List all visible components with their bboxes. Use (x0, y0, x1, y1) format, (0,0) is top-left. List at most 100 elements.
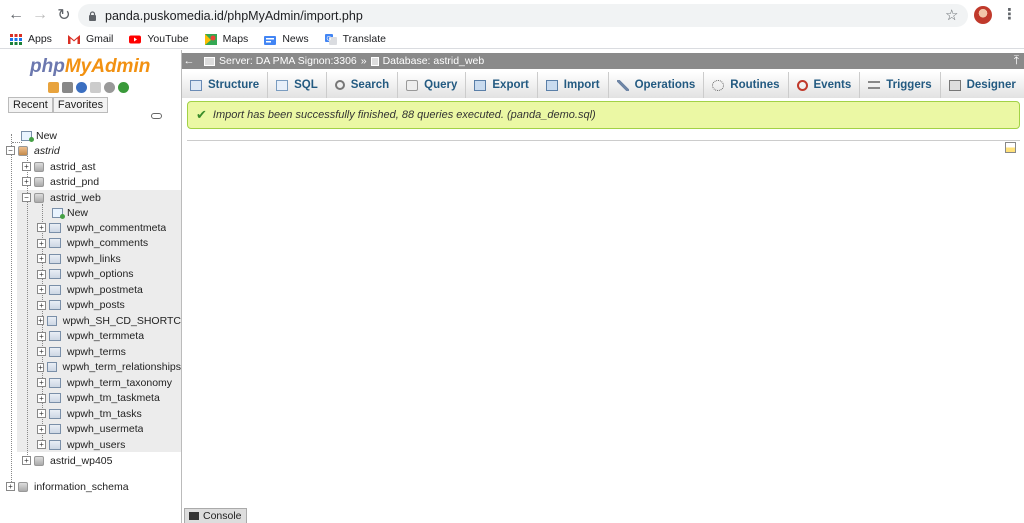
profile-avatar[interactable] (974, 6, 992, 24)
expand-icon[interactable]: + (22, 177, 31, 186)
tree-item-table[interactable]: + wpwh_options (37, 267, 134, 282)
tab-sql[interactable]: SQL (268, 72, 327, 98)
expand-icon[interactable]: + (37, 409, 46, 418)
forward-icon[interactable]: → (28, 3, 52, 27)
tree-item-astrid-web[interactable]: − astrid_web (22, 190, 101, 205)
tree-item-astrid-web-new[interactable]: New (52, 205, 88, 220)
tab-events[interactable]: Events (788, 72, 861, 98)
success-message-text: Import has been successfully finished, 8… (212, 109, 596, 121)
expand-icon[interactable]: + (22, 162, 31, 171)
console-toggle[interactable]: Console (184, 508, 247, 523)
table-icon (49, 300, 61, 310)
tree-item-table[interactable]: + wpwh_commentmeta (37, 220, 166, 235)
tab-search[interactable]: Search (326, 72, 399, 98)
browser-toolbar: ← → ↻ panda.puskomedia.id/phpMyAdmin/imp… (0, 0, 1024, 30)
tab-export[interactable]: Export (466, 72, 538, 98)
tree-item-table[interactable]: + wpwh_SH_CD_SHORTC (37, 313, 181, 328)
tree-item-table[interactable]: + wpwh_tm_taskmeta (37, 391, 160, 406)
browser-menu-icon[interactable]: ⋮ (1002, 5, 1017, 23)
bookmark-youtube[interactable]: YouTube (129, 33, 189, 45)
tree-item-table[interactable]: + wpwh_usermeta (37, 422, 143, 437)
reload-icon[interactable]: ↻ (52, 3, 76, 27)
export-icon (474, 79, 487, 91)
database-icon (34, 161, 44, 172)
tree-item-label: wpwh_term_taxonomy (67, 376, 173, 389)
breadcrumb-database[interactable]: Database: astrid_web (370, 55, 484, 67)
tree-item-astrid-ast[interactable]: + astrid_ast (22, 159, 96, 174)
tree-item-table[interactable]: + wpwh_comments (37, 236, 148, 251)
tree-item-table[interactable]: + wpwh_termmeta (37, 329, 144, 344)
tab-import[interactable]: Import (537, 72, 609, 98)
tab-query[interactable]: Query (398, 72, 467, 98)
home-icon[interactable] (48, 82, 59, 93)
docs-icon[interactable] (90, 82, 101, 93)
database-tabs: Structure SQL Search Query Export Import… (182, 72, 1024, 98)
tree-item-label: wpwh_postmeta (67, 283, 143, 296)
tab-designer[interactable]: Designer (940, 72, 1024, 98)
tree-item-table[interactable]: + wpwh_term_relationships (37, 360, 181, 375)
tree-item-table[interactable]: + wpwh_posts (37, 298, 125, 313)
collapse-icon[interactable]: − (6, 146, 15, 155)
expand-icon[interactable]: + (37, 223, 46, 232)
collapse-top-icon[interactable]: ⤒ (1014, 53, 1019, 68)
breadcrumb-server[interactable]: Server: DA PMA Signon:3306 (204, 55, 357, 67)
expand-icon[interactable]: + (37, 300, 46, 310)
collapse-nav-icon[interactable]: ← (182, 55, 196, 67)
expand-icon[interactable]: + (37, 378, 46, 387)
expand-icon[interactable]: + (37, 393, 46, 403)
expand-icon[interactable]: + (37, 347, 46, 356)
tree-item-label: astrid_web (50, 191, 101, 204)
favorites-tab[interactable]: Favorites (52, 97, 109, 113)
tree-item-information-schema[interactable]: + information_schema (6, 479, 129, 494)
tab-label: Routines (730, 79, 780, 91)
expand-icon[interactable]: + (6, 482, 15, 491)
tree-item-astrid-pnd[interactable]: + astrid_pnd (22, 174, 99, 189)
tab-routines[interactable]: Routines (704, 72, 789, 98)
gear-icon[interactable] (104, 82, 115, 93)
exit-icon[interactable] (62, 82, 73, 93)
tab-operations[interactable]: Operations (608, 72, 705, 98)
address-bar[interactable]: panda.puskomedia.id/phpMyAdmin/import.ph… (78, 4, 968, 27)
tree-item-label: wpwh_usermeta (67, 423, 144, 435)
tab-triggers[interactable]: Triggers (860, 72, 941, 98)
bookmark-translate[interactable]: G Translate (324, 33, 386, 45)
tree-item-table[interactable]: + wpwh_terms (37, 344, 126, 359)
back-icon[interactable]: ← (4, 3, 28, 27)
bookmark-news[interactable]: News (264, 33, 309, 45)
link-with-main-icon[interactable] (151, 113, 162, 119)
expand-icon[interactable]: + (37, 238, 46, 248)
reload-nav-icon[interactable] (118, 82, 129, 93)
expand-icon[interactable]: + (22, 456, 31, 465)
database-icon (370, 56, 379, 66)
phpmyadmin-logo[interactable]: phpMyAdmin (30, 56, 150, 78)
bookmark-star-icon[interactable]: ☆ (945, 6, 958, 24)
expand-icon[interactable]: + (37, 331, 46, 341)
expand-icon[interactable]: + (37, 285, 46, 294)
expand-icon[interactable]: + (37, 316, 45, 325)
expand-icon[interactable]: + (37, 254, 46, 263)
tree-item-table[interactable]: + wpwh_users (37, 437, 125, 452)
tree-item-label: wpwh_SH_CD_SHORTC (62, 314, 181, 327)
page-settings-icon[interactable] (1005, 142, 1016, 153)
expand-icon[interactable]: + (37, 362, 45, 372)
tree-item-astrid-wp405[interactable]: + astrid_wp405 (22, 453, 112, 468)
collapse-icon[interactable]: − (22, 193, 31, 202)
expand-icon[interactable]: + (37, 424, 46, 434)
expand-icon[interactable]: + (37, 269, 46, 279)
tab-label: Events (813, 79, 852, 91)
recent-tab[interactable]: Recent (8, 97, 53, 113)
tree-item-new[interactable]: New (10, 128, 57, 143)
tree-item-table[interactable]: + wpwh_term_taxonomy (37, 375, 172, 390)
tree-item-table[interactable]: + wpwh_postmeta (37, 282, 143, 297)
help-icon[interactable] (76, 82, 87, 93)
tree-item-astrid[interactable]: − astrid (6, 143, 60, 158)
tab-structure[interactable]: Structure (182, 72, 269, 98)
bookmark-gmail[interactable]: Gmail (67, 33, 113, 45)
expand-icon[interactable]: + (37, 440, 46, 449)
tree-item-table[interactable]: + wpwh_links (37, 251, 121, 266)
wrench-icon (616, 79, 629, 91)
tree-item-table[interactable]: + wpwh_tm_tasks (37, 406, 142, 421)
tab-label: Operations (634, 79, 696, 91)
bookmark-maps[interactable]: Maps (204, 33, 248, 45)
bookmark-apps[interactable]: Apps (10, 33, 52, 45)
